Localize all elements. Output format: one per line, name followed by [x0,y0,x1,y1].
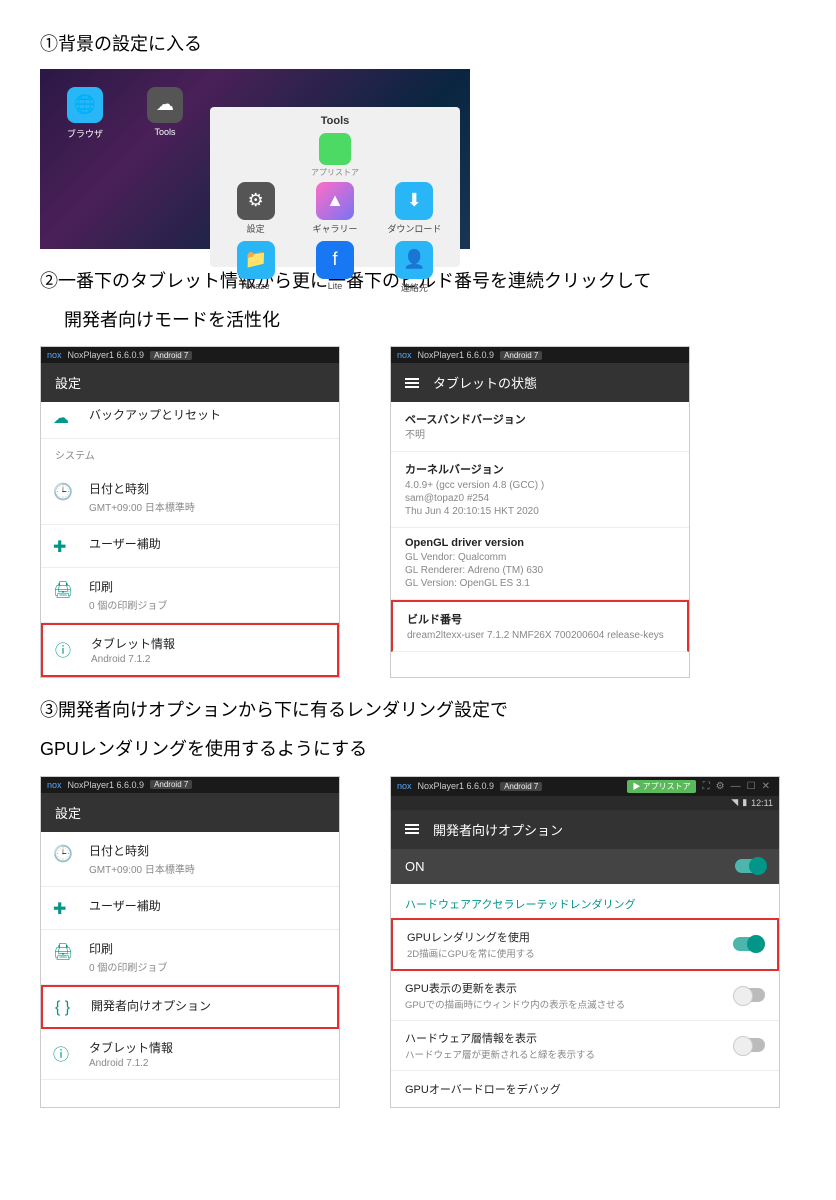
print-icon: 🖨 [53,940,75,962]
developer-options-item[interactable]: { } 開発者向けオプション [41,985,339,1029]
developer-options-screenshot: noxNoxPlayer1 6.6.0.9Android 7 ▶ アプリストア … [390,776,780,1108]
kernel-item[interactable]: カーネルバージョン 4.0.9+ (gcc version 4.8 (GCC) … [391,452,689,528]
clock-icon: 🕒 [53,480,75,502]
nox-titlebar: noxNoxPlayer1 6.6.0.9Android 7 [41,347,339,363]
tools-popup-title: Tools [218,115,452,127]
tablet-info-item[interactable]: ⓘ タブレット情報Android 7.1.2 [41,623,339,677]
toggle-on-icon[interactable] [735,859,765,873]
cloud-icon: ☁ [53,406,75,428]
system-section: システム [41,439,339,470]
download-label: ダウンロード [387,224,441,234]
window-buttons[interactable]: ⛶⚙—☐✕ [700,781,773,792]
baseband-item[interactable]: ベースバンドバージョン 不明 [391,402,689,452]
menu-icon[interactable] [405,824,419,834]
print-item[interactable]: 🖨 印刷0 個の印刷ジョブ [41,568,339,623]
gallery-label: ギャラリー [312,224,357,234]
gpu-rendering-item[interactable]: GPUレンダリングを使用2D描画にGPUを常に使用する [391,918,779,971]
tools-label: Tools [154,127,175,137]
lite-label: Lite [328,281,343,291]
tablet-status-screenshot: noxNoxPlayer1 6.6.0.9Android 7 タブレットの状態 … [390,346,690,678]
build-number-item[interactable]: ビルド番号 dream2ltexx-user 7.1.2 NMF26X 7002… [391,600,689,652]
nox-titlebar: noxNoxPlayer1 6.6.0.9Android 7 [41,777,339,793]
print-item[interactable]: 🖨 印刷0 個の印刷ジョブ [41,930,339,985]
wifi-icon: ◥ [731,797,738,808]
gpu-updates-item[interactable]: GPU表示の更新を表示GPUでの描画時にウィンドウ内の表示を点滅させる [391,971,779,1021]
tablet-info-item[interactable]: ⓘ タブレット情報Android 7.1.2 [41,1029,339,1080]
step-2-heading-b: 開発者向けモードを活性化 [40,306,796,335]
dev-master-toggle[interactable]: ON [391,849,779,884]
appstore-button[interactable]: ▶ アプリストア [627,780,695,793]
nox-titlebar-wide: noxNoxPlayer1 6.6.0.9Android 7 ▶ アプリストア … [391,777,779,796]
gpu-overdraw-item[interactable]: GPUオーバードローをデバッグ [391,1071,779,1107]
info-icon: ⓘ [55,635,77,661]
settings-screenshot-1: noxNoxPlayer1 6.6.0.9Android 7 設定 ☁ バックア… [40,346,340,678]
toggle-off-icon[interactable] [735,988,765,1002]
accessibility-item[interactable]: ✚ ユーザー補助 [41,887,339,930]
datetime-item[interactable]: 🕒 日付と時刻GMT+09:00 日本標準時 [41,832,339,887]
menu-icon[interactable] [405,378,419,388]
tools-folder-popup: Tools アプリストア ⚙設定 ▲ギャラリー ⬇ダウンロード 📁Amaze f… [210,107,460,267]
settings-header: 設定 [41,363,339,402]
braces-icon: { } [55,997,77,1017]
backup-item[interactable]: ☁ バックアップとリセット [41,402,339,439]
hw-layer-item[interactable]: ハードウェア層情報を表示ハードウェア層が更新されると緑を表示する [391,1021,779,1071]
print-icon: 🖨 [53,578,75,600]
opengl-item[interactable]: OpenGL driver version GL Vendor: Qualcom… [391,528,689,600]
clock-text: 12:11 [751,798,773,808]
amaze-label: Amaze [242,281,270,291]
hw-render-section: ハードウェアアクセラレーテッドレンダリング [391,884,779,918]
accessibility-icon: ✚ [53,535,75,557]
step-1-heading: ①背景の設定に入る [40,30,796,59]
nox-titlebar: noxNoxPlayer1 6.6.0.9Android 7 [391,347,689,363]
accessibility-item[interactable]: ✚ ユーザー補助 [41,525,339,568]
step-3-heading-b: GPUレンダリングを使用するようにする [40,735,796,764]
dev-options-header: 開発者向けオプション [391,810,779,849]
info-icon: ⓘ [53,1039,75,1065]
desktop-screenshot: 🌐 ブラウザ ☁ Tools Tools アプリストア ⚙設定 ▲ギャラリー ⬇… [40,69,470,249]
accessibility-icon: ✚ [53,897,75,919]
settings-header: 設定 [41,793,339,832]
battery-icon: ▮ [742,797,747,808]
clock-icon: 🕒 [53,842,75,864]
android-statusbar: ◥ ▮ 12:11 [391,796,779,810]
toggle-on-icon[interactable] [733,937,763,951]
browser-label: ブラウザ [67,129,103,139]
toggle-off-icon[interactable] [735,1038,765,1052]
settings-screenshot-2: noxNoxPlayer1 6.6.0.9Android 7 設定 🕒 日付と時… [40,776,340,1108]
settings-label: 設定 [247,224,265,234]
datetime-item[interactable]: 🕒 日付と時刻GMT+09:00 日本標準時 [41,470,339,525]
contacts-label: 連絡先 [401,283,428,293]
tablet-status-header: タブレットの状態 [391,363,689,402]
step-3-heading-a: ③開発者向けオプションから下に有るレンダリング設定で [40,696,796,725]
appstore-label: アプリストア [311,168,359,177]
